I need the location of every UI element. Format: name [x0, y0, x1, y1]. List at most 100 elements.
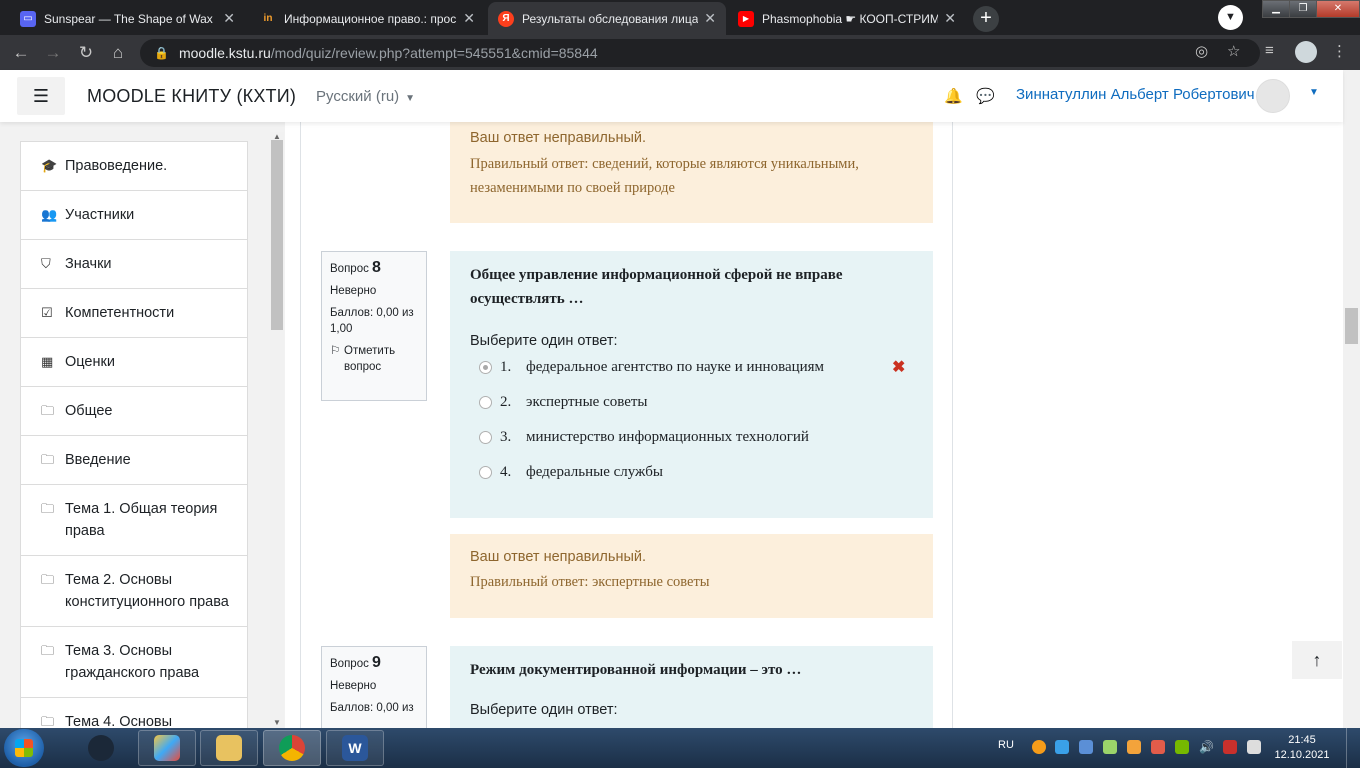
taskbar-word[interactable]: W: [326, 730, 384, 766]
taskbar-chrome[interactable]: [263, 730, 321, 766]
drawer-scrollbar-thumb[interactable]: [271, 140, 283, 330]
question-label: Вопрос: [330, 263, 369, 275]
url-path: /mod/quiz/review.php?attempt=545551&cmid…: [270, 45, 598, 61]
action-center-icon[interactable]: [1247, 740, 1261, 754]
drawer-item-topic-1[interactable]: 🗀 Тема 1. Общая теория права: [20, 484, 248, 555]
feedback-result: Ваш ответ неправильный.: [470, 549, 647, 565]
drawer-item-badges[interactable]: ⛉ Значки: [20, 239, 248, 288]
profile-avatar-icon[interactable]: [1295, 41, 1317, 63]
tray-app-icon[interactable]: [1032, 740, 1046, 754]
site-favicon-icon: in: [263, 13, 273, 24]
taskbar-clock[interactable]: 21:45 12.10.2021: [1272, 733, 1332, 763]
tray-app-icon[interactable]: [1151, 740, 1165, 754]
drawer-toggle-button[interactable]: ☰: [17, 77, 65, 115]
back-to-top-button[interactable]: ↑: [1292, 641, 1342, 679]
browser-tab-3[interactable]: Я Результаты обследования лица, ✕: [488, 2, 726, 35]
drawer-item-general[interactable]: 🗀 Общее: [20, 386, 248, 435]
input-language[interactable]: RU: [998, 739, 1014, 751]
close-tab-icon[interactable]: ✕: [944, 10, 956, 27]
users-icon: 👥: [41, 207, 58, 222]
scroll-down-arrow-icon[interactable]: ▼: [273, 718, 281, 727]
drawer-item-intro[interactable]: 🗀 Введение: [20, 435, 248, 484]
drawer-item-competencies[interactable]: ☑ Компетентности: [20, 288, 248, 337]
close-window-button[interactable]: ✕: [1316, 0, 1360, 18]
tab-search-icon[interactable]: ▼: [1218, 5, 1243, 30]
user-menu-caret-icon[interactable]: ▼: [1309, 87, 1319, 98]
taskbar-explorer[interactable]: [200, 730, 258, 766]
tray-app-icon[interactable]: [1103, 740, 1117, 754]
drawer-item-label: Тема 3. Основы гражданского права: [65, 643, 200, 681]
minimize-window-button[interactable]: ▁: [1262, 0, 1290, 18]
browser-tab-2[interactable]: in Информационное право.: прос ✕: [250, 2, 485, 35]
messages-icon[interactable]: 💬: [976, 87, 995, 105]
close-tab-icon[interactable]: ✕: [463, 10, 475, 27]
close-tab-icon[interactable]: ✕: [704, 10, 716, 27]
feedback-result: Ваш ответ неправильный.: [470, 130, 647, 146]
answer-option-2[interactable]: 2. экспертные советы: [470, 385, 913, 420]
tab-title: Phasmophobia ☛ КООП-СТРИМ: [762, 11, 939, 26]
hamburger-icon: ☰: [32, 85, 50, 106]
drawer-item-topic-2[interactable]: 🗀 Тема 2. Основы конституционного права: [20, 555, 248, 626]
network-icon[interactable]: [1223, 740, 1237, 754]
nvidia-icon[interactable]: [1175, 740, 1189, 754]
word-icon: W: [342, 735, 368, 761]
notifications-bell-icon[interactable]: 🔔: [944, 87, 963, 105]
page-scrollbar[interactable]: [1343, 70, 1360, 728]
close-tab-icon[interactable]: ✕: [223, 10, 235, 27]
drawer-item-grades[interactable]: ▦ Оценки: [20, 337, 248, 386]
drawer-item-topic-3[interactable]: 🗀 Тема 3. Основы гражданского права: [20, 626, 248, 697]
drawer-item-participants[interactable]: 👥 Участники: [20, 190, 248, 239]
browser-menu-icon[interactable]: ⋮: [1332, 42, 1347, 60]
answer-radio[interactable]: [479, 466, 492, 479]
drawer-item-label: Участники: [65, 207, 135, 223]
flag-question-link[interactable]: ⚐ Отметить вопрос: [330, 343, 418, 375]
forward-arrow-icon[interactable]: →: [42, 42, 64, 64]
clock-date: 12.10.2021: [1274, 749, 1330, 761]
answer-option-4[interactable]: 4. федеральные службы: [470, 455, 913, 490]
browser-tab-4[interactable]: ▶ Phasmophobia ☛ КООП-СТРИМ ✕: [728, 2, 966, 35]
question-text: Режим документированной информации – это…: [470, 662, 802, 678]
back-arrow-icon[interactable]: ←: [10, 42, 32, 64]
show-desktop-button[interactable]: [1346, 728, 1360, 768]
flag-icon: ⚐: [330, 345, 341, 357]
maximize-window-button[interactable]: ❐: [1289, 0, 1317, 18]
question-8-info: Вопрос 8 Неверно Баллов: 0,00 из 1,00 ⚐ …: [321, 251, 427, 401]
answer-number: 2.: [500, 394, 512, 410]
tray-app-icon[interactable]: [1127, 740, 1141, 754]
answer-radio[interactable]: [479, 431, 492, 444]
tab-title: Sunspear — The Shape of Wax: [44, 11, 213, 26]
drawer-scrollbar[interactable]: ▲ ▼: [270, 132, 284, 728]
page-scrollbar-thumb[interactable]: [1345, 308, 1358, 344]
volume-icon[interactable]: 🔊: [1199, 740, 1214, 754]
drawer-item-course[interactable]: 🎓 Правоведение.: [20, 141, 248, 190]
answer-radio[interactable]: [479, 396, 492, 409]
browser-address-bar: ← → ↻ ⌂ 🔒 moodle.kstu.ru/mod/quiz/review…: [0, 35, 1360, 70]
question-grade: Баллов: 0,00 из 1,00: [330, 307, 414, 335]
answer-option-1[interactable]: 1. федеральное агентство по науке и инно…: [470, 350, 913, 385]
home-icon[interactable]: ⌂: [107, 42, 129, 64]
tray-app-icon[interactable]: [1079, 740, 1093, 754]
taskbar-steam[interactable]: [72, 730, 130, 766]
answer-option-3[interactable]: 3. министерство информационных технологи…: [470, 420, 913, 455]
tray-app-icon[interactable]: [1055, 740, 1069, 754]
start-button[interactable]: [4, 729, 44, 767]
reload-icon[interactable]: ↻: [75, 42, 97, 64]
new-tab-button[interactable]: +: [973, 6, 999, 32]
user-name[interactable]: Зиннатуллин Альберт Робертович: [1016, 86, 1255, 103]
reading-list-icon[interactable]: ≡: [1265, 42, 1274, 59]
site-name[interactable]: MOODLE КНИТУ (КХТИ): [87, 86, 296, 107]
incognito-eye-off-icon[interactable]: ◎: [1195, 42, 1208, 60]
answer-radio[interactable]: [479, 361, 492, 374]
url-input[interactable]: 🔒 moodle.kstu.ru/mod/quiz/review.php?att…: [140, 39, 1260, 67]
taskbar-paint[interactable]: [138, 730, 196, 766]
language-menu[interactable]: Русский (ru) ▼: [316, 88, 415, 105]
answer-text: экспертные советы: [526, 394, 648, 410]
drawer-item-label: Правоведение.: [65, 158, 168, 174]
drawer-item-topic-4[interactable]: 🗀 Тема 4. Основы: [20, 697, 248, 728]
folder-icon: 🗀: [41, 452, 55, 467]
browser-tab-1[interactable]: ▭ Sunspear — The Shape of Wax ✕: [10, 2, 245, 35]
table-icon: ▦: [41, 354, 54, 369]
user-avatar[interactable]: [1256, 79, 1290, 113]
folder-icon: 🗀: [41, 572, 55, 587]
bookmark-star-icon[interactable]: ☆: [1227, 42, 1240, 60]
